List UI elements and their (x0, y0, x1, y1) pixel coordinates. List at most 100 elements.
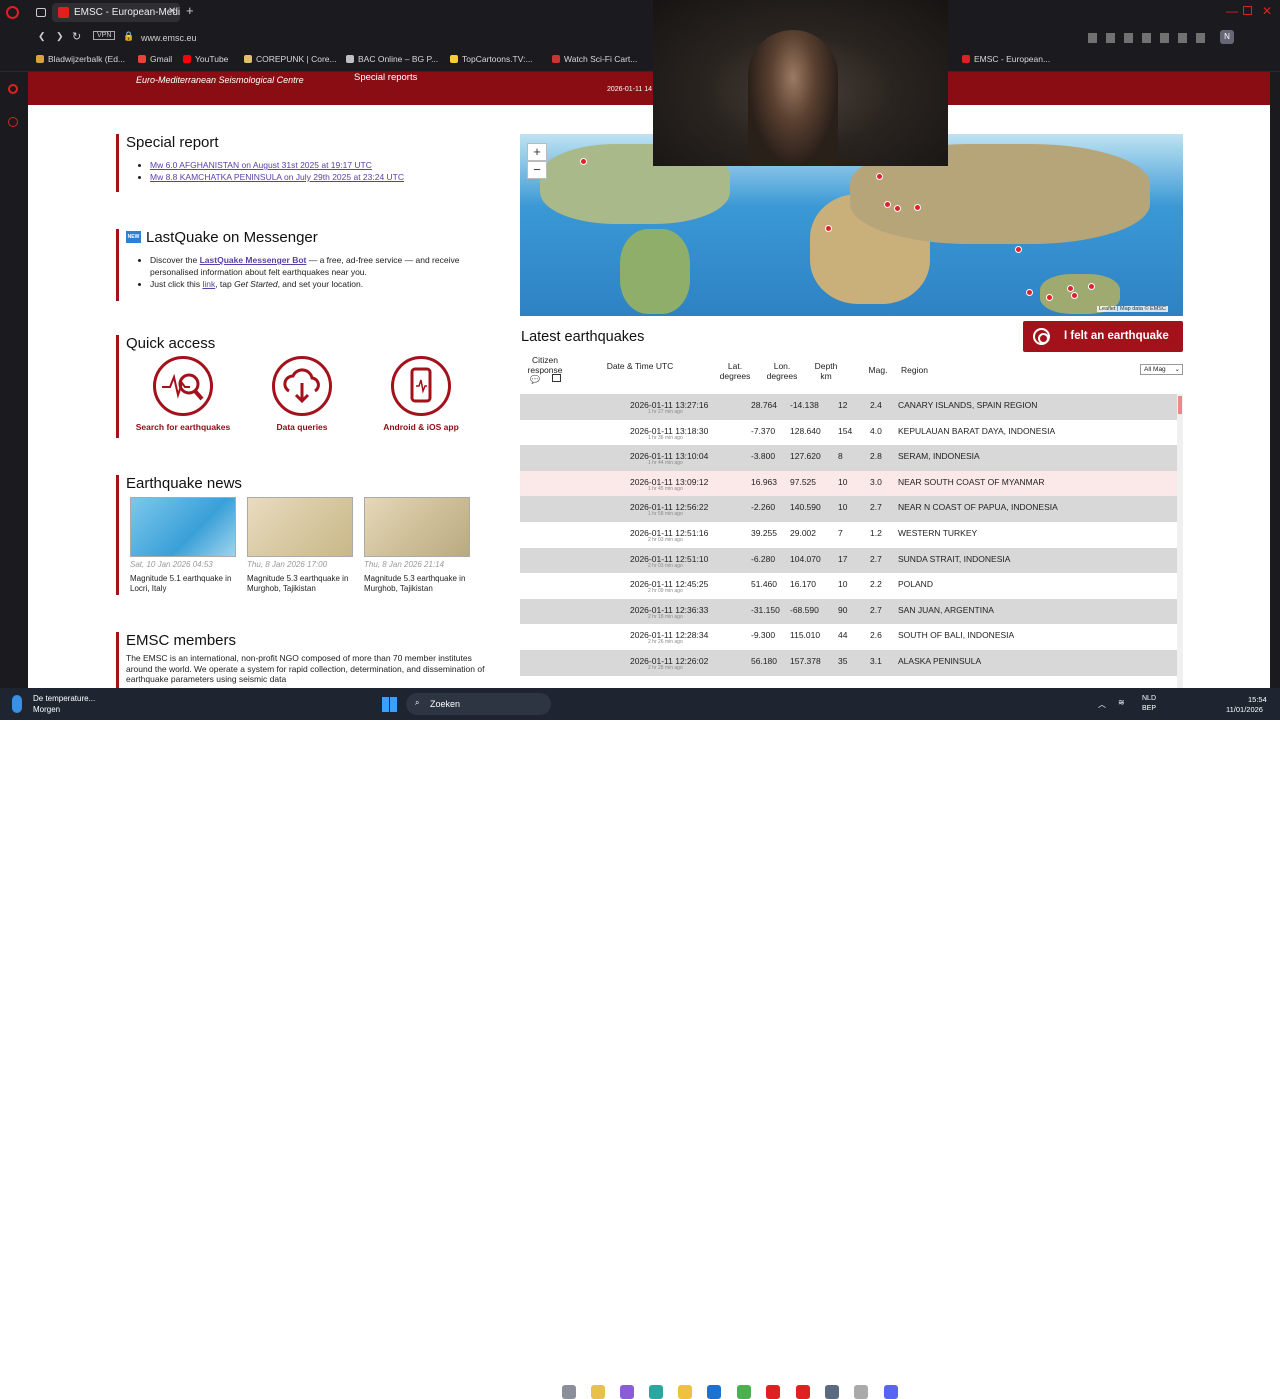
news-card-1[interactable]: Sat, 10 Jan 2026 04:53 Magnitude 5.1 ear… (130, 497, 236, 594)
language-code[interactable]: NLD (1142, 695, 1156, 702)
windows-taskbar: De temperature... Morgen ⌕ Zoeken ︿ ≋ NL… (0, 688, 1280, 1399)
earthquake-marker[interactable] (1067, 285, 1074, 292)
col-latitude[interactable]: Lat. degrees (716, 361, 754, 381)
reload-icon[interactable]: ↻ (72, 30, 81, 43)
news-card-3[interactable]: Thu, 8 Jan 2026 21:14 Magnitude 5.3 eart… (364, 497, 470, 594)
search-earthquakes-button[interactable]: Search for earthquakes (128, 356, 238, 432)
messenger-bot-link[interactable]: LastQuake Messenger Bot (200, 255, 307, 265)
map-zoom-out-button[interactable]: − (527, 161, 547, 179)
new-tab-icon[interactable]: + (186, 3, 194, 18)
clock-time[interactable]: 15:54 (1248, 695, 1267, 704)
table-row[interactable]: 2026-01-11 12:45:25 51.460 16.170 10 2.2 POLA… (520, 573, 1177, 599)
profile-avatar[interactable]: N (1220, 30, 1234, 44)
row-time-ago: 1 hr 45 min ago (648, 485, 683, 492)
news-card-2[interactable]: Thu, 8 Jan 2026 17:00 Magnitude 5.3 eart… (247, 497, 353, 594)
get-started-text: Get Started (234, 279, 278, 289)
start-windows-icon[interactable] (382, 697, 397, 712)
bookmark-item[interactable]: YouTube (183, 54, 228, 64)
col-region[interactable]: Region (901, 365, 928, 375)
taskbar-search-box[interactable] (406, 693, 551, 715)
magnitude-filter-select[interactable]: All Mag ⌄ (1140, 364, 1183, 375)
edge-icon[interactable] (649, 1385, 663, 1399)
bookmark-item[interactable]: Gmail (138, 54, 172, 64)
table-scroll-thumb[interactable] (1178, 396, 1182, 414)
taskbar-search-label: Zoeken (430, 699, 461, 709)
table-row[interactable]: 2026-01-11 12:51:10 -6.280 104.070 17 2.7 SUN… (520, 547, 1177, 574)
bookmark-item[interactable]: TopCartoons.TV:... (450, 54, 533, 64)
bookmark-item[interactable]: COREPUNK | Core... (244, 54, 337, 64)
discord-icon[interactable] (884, 1385, 898, 1399)
map-zoom-in-button[interactable]: + (527, 143, 547, 161)
earthquake-marker[interactable] (1088, 283, 1095, 290)
col-longitude[interactable]: Lon. degrees (763, 361, 801, 381)
weather-icon[interactable] (12, 695, 22, 713)
table-scrollbar[interactable] (1177, 394, 1183, 688)
row-longitude: 127.620 (790, 451, 821, 462)
workspaces-icon[interactable] (36, 8, 46, 17)
teams-icon[interactable] (620, 1385, 634, 1399)
special-report-link-2[interactable]: Mw 8.8 KAMCHATKA PENINSULA on July 29th … (150, 172, 404, 182)
tray-chevron-icon[interactable]: ︿ (1098, 699, 1106, 710)
back-icon[interactable]: ❮ (38, 31, 46, 42)
earthquake-marker[interactable] (825, 225, 832, 232)
row-latitude: 28.764 (751, 400, 777, 410)
calculator-icon[interactable] (825, 1385, 839, 1399)
earthquake-marker[interactable] (914, 204, 921, 211)
sidebar-clock-icon[interactable] (8, 117, 18, 127)
bookmark-item[interactable]: BAC Online – BG P... (346, 54, 438, 64)
page-scrollbar[interactable] (1270, 72, 1280, 688)
table-row[interactable]: 2026-01-11 13:27:16 28.764 -14.138 12 2.4 CAN… (520, 394, 1177, 420)
sidebar-logo-icon[interactable] (8, 84, 18, 94)
felt-earthquake-button[interactable]: I felt an earthquake (1023, 321, 1183, 352)
col-date-time[interactable]: Date & Time UTC (606, 361, 674, 371)
table-row[interactable]: 2026-01-11 12:56:22 -2.260 140.590 10 2.7 NEA… (520, 496, 1177, 522)
forward-icon[interactable]: ❯ (56, 31, 64, 42)
vpn-badge[interactable]: VPN (93, 31, 116, 40)
settings-icon[interactable] (854, 1385, 868, 1399)
wifi-icon[interactable]: ≋ (1118, 698, 1125, 707)
nav-special-reports[interactable]: Special reports (354, 72, 417, 83)
close-window-icon[interactable]: ✕ (1262, 4, 1272, 18)
table-row[interactable]: 2026-01-11 13:18:30 -7.370 128.640 154 4.0 KE… (520, 419, 1177, 446)
earthquake-marker[interactable] (876, 173, 883, 180)
table-row[interactable]: 2026-01-11 12:36:33 -31.150 -68.590 90 2.7 SA… (520, 598, 1177, 625)
earthquake-marker[interactable] (894, 205, 901, 212)
weather-title[interactable]: De temperature... (33, 694, 95, 703)
table-row[interactable]: 2026-01-11 12:28:34 -9.300 115.010 44 2.6 SOU… (520, 624, 1177, 650)
file-manager-icon[interactable] (591, 1385, 605, 1399)
chrome-icon[interactable] (737, 1385, 751, 1399)
data-queries-button[interactable]: Data queries (247, 356, 357, 432)
earthquake-marker[interactable] (1046, 294, 1053, 301)
col-magnitude[interactable]: Mag. (862, 365, 894, 375)
earthquake-marker[interactable] (884, 201, 891, 208)
youtube-icon[interactable] (766, 1385, 780, 1399)
map-attribution: Leaflet | Map data © EMSC (1097, 306, 1168, 312)
task-view-icon[interactable] (562, 1385, 576, 1399)
bookmark-item[interactable]: EMSC - European... (962, 54, 1050, 64)
opera-gx-icon[interactable] (796, 1385, 810, 1399)
url-text[interactable]: www.emsc.eu (141, 33, 197, 43)
table-row[interactable]: 2026-01-11 12:51:16 39.255 29.002 7 1.2 WESTE… (520, 521, 1177, 548)
extensions-icons[interactable] (1088, 33, 1213, 43)
bookmark-item[interactable]: Watch Sci-Fi Cart... (552, 54, 637, 64)
lock-icon: 🔒 (123, 31, 135, 41)
table-row[interactable]: 2026-01-11 13:09:12 16.963 97.525 10 3.0 NEAR… (520, 470, 1177, 497)
explorer-icon[interactable] (678, 1385, 692, 1399)
table-row[interactable]: 2026-01-11 12:26:02 56.180 157.378 35 3.1 ALA… (520, 649, 1177, 676)
minimize-window-icon[interactable]: — (1226, 4, 1238, 18)
col-depth[interactable]: Depth km (809, 361, 843, 381)
maximize-window-icon[interactable] (1243, 6, 1252, 15)
earthquake-marker[interactable] (580, 158, 587, 165)
special-report-link-1[interactable]: Mw 6.0 AFGHANISTAN on August 31st 2025 a… (150, 160, 372, 170)
bookmark-item[interactable]: Bladwijzerbalk (Ed... (36, 54, 125, 64)
earthquake-marker[interactable] (1026, 289, 1033, 296)
earthquake-marker[interactable] (1071, 292, 1078, 299)
outlook-icon[interactable] (707, 1385, 721, 1399)
mobile-app-button[interactable]: Android & iOS app (366, 356, 476, 432)
messenger-link[interactable]: link (202, 279, 215, 289)
earthquake-marker[interactable] (1015, 246, 1022, 253)
close-tab-icon[interactable]: ✕ (168, 6, 176, 17)
browser-logo-icon[interactable] (6, 6, 19, 19)
tab-emsc[interactable]: EMSC - European-Medite... (52, 3, 180, 22)
table-row[interactable]: 2026-01-11 13:10:04 -3.800 127.620 8 2.8 SERA… (520, 445, 1177, 471)
